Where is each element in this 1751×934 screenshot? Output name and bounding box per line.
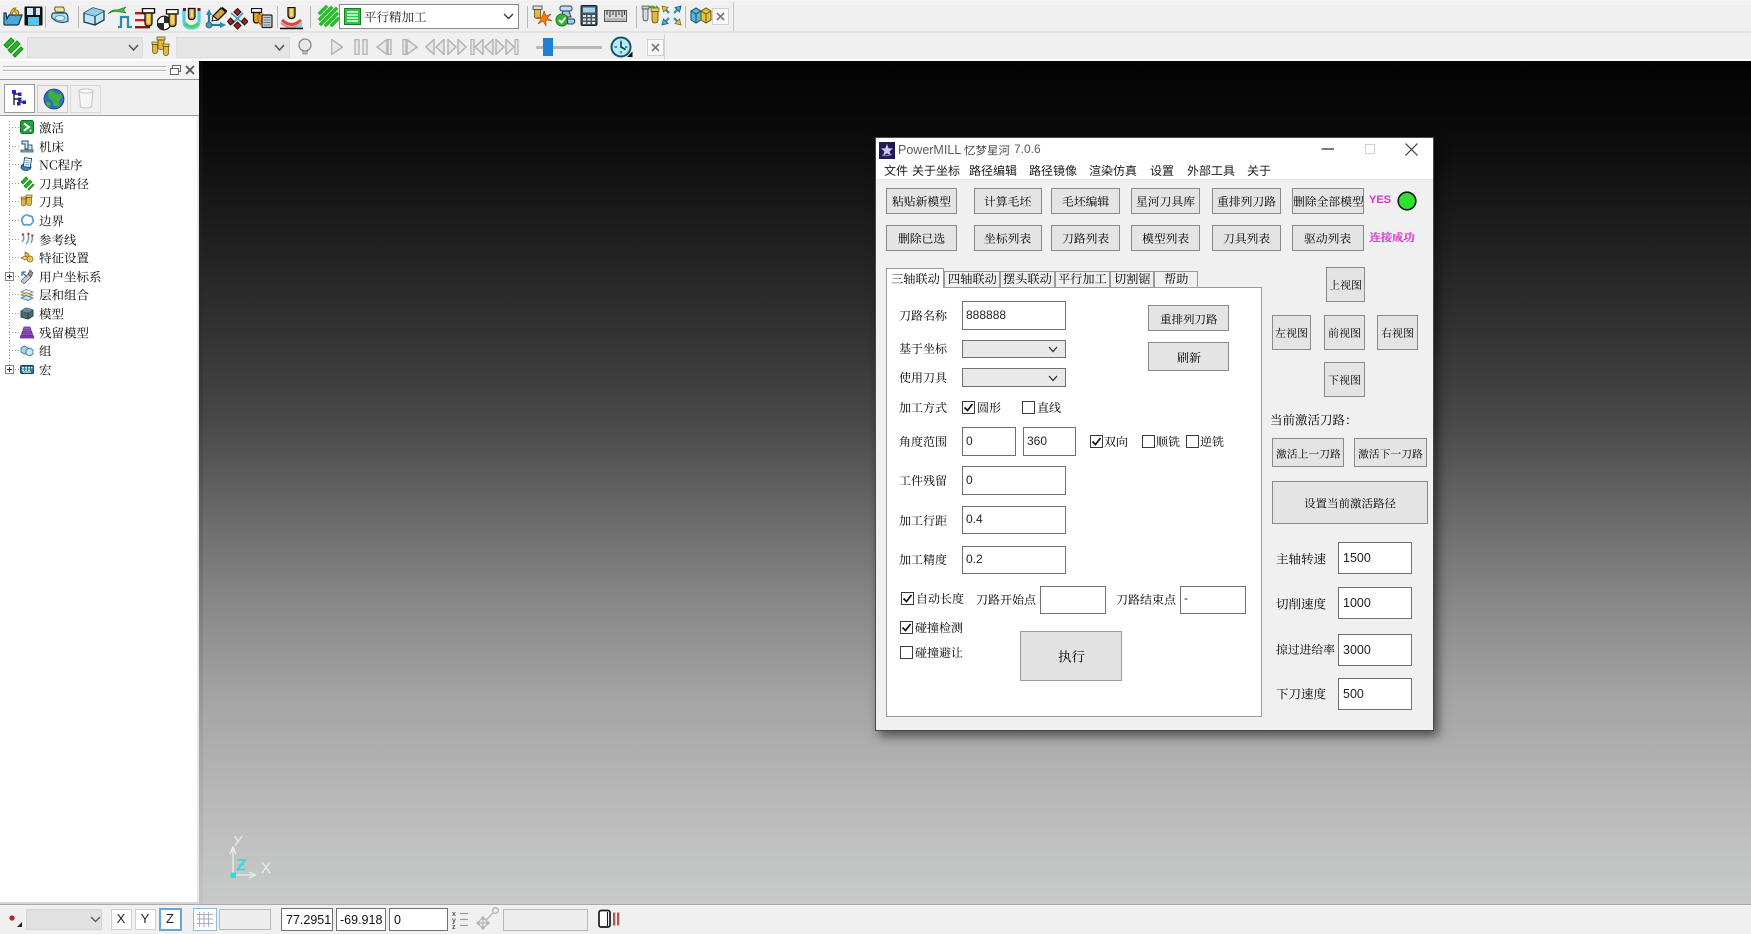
svg-text:z: z [452, 924, 456, 929]
